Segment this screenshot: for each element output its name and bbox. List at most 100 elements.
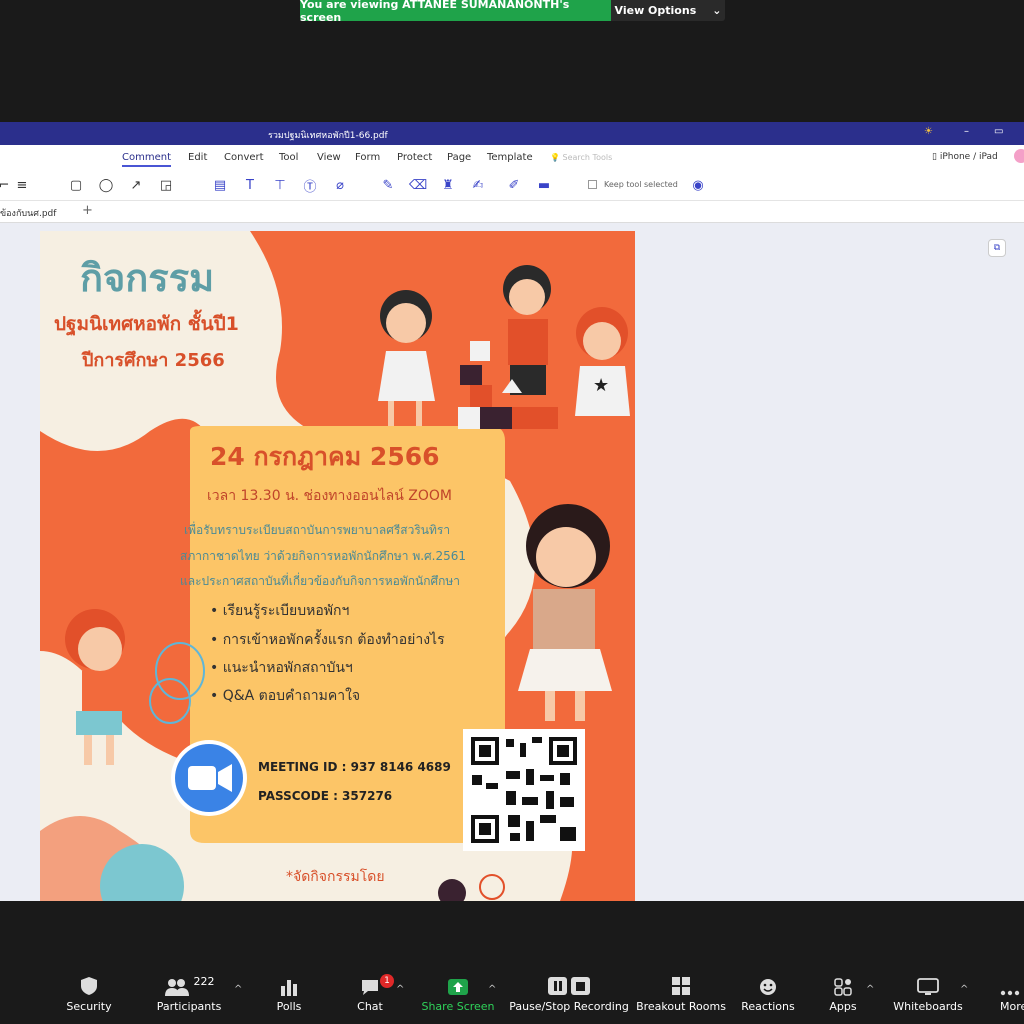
callout-icon[interactable]: Ⓣ [302,177,318,195]
document-tab[interactable]: ข้องกับนศ.pdf [0,206,56,220]
device-button[interactable]: ▯ iPhone / iPad [932,152,998,162]
menu-protect[interactable]: Protect [397,152,432,163]
note-icon[interactable]: ▤ [212,177,228,193]
textbox-icon[interactable]: ⊤ [272,177,288,193]
bullet-item: • การเข้าหอพักครั้งแรก ต้องทำอย่างไร [210,632,445,648]
reactions-button[interactable]: Reactions [741,966,795,1024]
more-label: More [1000,1000,1024,1013]
maximize-button[interactable]: ▭ [994,126,1003,137]
keep-tool-checkbox[interactable] [588,180,597,189]
chevron-up-icon[interactable]: ^ [396,984,404,995]
view-options-button[interactable]: View Options ⌄ [611,0,725,21]
comment-toolbar: ⌐ ≡ ▢ ◯ ↗ ◲ ▤ T ⊤ Ⓣ ⌀ ✎ ⌫ ♜ ✍ ✐ ▬ Keep t… [0,169,1024,201]
participants-label: Participants [156,1000,222,1013]
menu-view[interactable]: View [317,152,341,163]
meeting-controls: Security 222 Participants ^ Polls 1 Chat… [0,966,1024,1024]
poster-page: ★ กิจกรรม ปฐมนิเทศหอพัก ชั้นปี1 ปีการศึก… [40,231,635,901]
more-button[interactable]: More [1000,966,1024,1024]
underline-tool-icon[interactable]: ⌐ [0,177,12,193]
stamp-icon[interactable]: ♜ [440,177,456,193]
menu-edit[interactable]: Edit [188,152,207,163]
bullet-item: • แนะนำหอพักสถาบันฯ [210,660,353,676]
window-title: รวมปฐมนิเทศหอพักปี1-66.pdf [268,131,388,141]
smiley-icon [760,979,776,995]
viewing-label: You are viewing ATTANEE SUMANANONTH's sc… [300,0,611,24]
poster-subtitle: ปฐมนิเทศหอพัก ชั้นปี1 [54,313,239,335]
breakout-rooms-button[interactable]: Breakout Rooms [636,966,726,1024]
menu-template[interactable]: Template [487,152,533,163]
poster-desc-2: สภากาชาดไทย ว่าด้วยกิจการหอพักนักศึกษา พ… [180,549,467,563]
screen-share-banner: You are viewing ATTANEE SUMANANONTH's sc… [300,0,725,24]
participants-button[interactable]: 222 Participants [156,966,222,1024]
list-menu-icon[interactable]: ≡ [14,177,30,193]
whiteboards-button[interactable]: Whiteboards [893,966,963,1024]
window-titlebar: รวมปฐมนิเทศหอพักปี1-66.pdf ☀ – ▭ [0,122,1024,145]
text-icon[interactable]: T [242,177,258,193]
chat-button[interactable]: 1 Chat [352,966,394,1024]
bullet-item: • Q&A ตอบคำถามคาใจ [210,688,361,704]
apps-icon [834,978,852,996]
passcode: PASSCODE : 357276 [258,789,393,803]
shape-menu-icon[interactable]: ◲ [158,177,174,193]
share-screen-button[interactable]: Share Screen [421,966,495,1024]
avatar[interactable] [1014,149,1024,163]
poster-year: ปีการศึกษา 2566 [82,350,225,371]
apps-label: Apps [829,1000,857,1013]
menu-form[interactable]: Form [355,152,380,163]
whiteboards-label: Whiteboards [893,1000,963,1013]
measure-icon[interactable]: ✐ [506,177,522,193]
theme-icon[interactable]: ☀ [924,126,933,137]
menu-convert[interactable]: Convert [224,152,264,163]
share-screen-label: Share Screen [421,1000,495,1013]
meeting-id: MEETING ID : 937 8146 4689 [258,760,451,774]
grid-icon [672,977,690,995]
whiteboard-icon [917,978,939,995]
polls-button[interactable]: Polls [270,966,308,1024]
bullet-item: • เรียนรู้ระเบียบหอพักฯ [210,603,350,619]
arrow-icon[interactable]: ↗ [128,177,144,193]
menu-tool[interactable]: Tool [279,152,298,163]
participants-count: 222 [193,975,215,988]
security-label: Security [66,1000,112,1013]
pencil-icon[interactable]: ✎ [380,177,396,193]
menu-page[interactable]: Page [447,152,471,163]
add-tab-button[interactable]: + [82,203,93,218]
chevron-up-icon[interactable]: ^ [960,984,968,995]
apps-button[interactable]: Apps [828,966,858,1024]
chat-label: Chat [357,1000,383,1013]
chat-badge: 1 [380,974,394,988]
recording-label: Pause/Stop Recording [509,1000,629,1013]
eye-icon[interactable]: ◉ [690,177,706,193]
poster-time: เวลา 13.30 น. ช่องทางออนไลน์ ZOOM [207,488,452,504]
poster-desc-1: เพื่อรับทราบระเบียบสถาบันการพยาบาลศรีสวร… [184,523,451,537]
bar-chart-icon [281,980,297,996]
phone-icon: ▯ [932,152,937,162]
breakout-rooms-label: Breakout Rooms [636,1000,726,1013]
menu-comment[interactable]: Comment [122,152,171,167]
device-label: iPhone / iPad [939,152,998,162]
chat-icon [362,980,378,995]
security-button[interactable]: Security [64,966,114,1024]
chevron-up-icon[interactable]: ^ [866,984,874,995]
eraser-icon[interactable]: ⌫ [409,177,427,193]
polls-label: Polls [276,1000,302,1013]
people-icon [164,979,189,996]
signature-icon[interactable]: ✍ [470,177,486,193]
recording-button[interactable]: Pause/Stop Recording [509,966,629,1024]
lightbulb-icon: 💡 [550,153,560,162]
search-tools[interactable]: 💡 Search Tools [550,153,612,162]
poster-desc-3: และประกาศสถาบันที่เกี่ยวข้องกับกิจการหอพ… [180,574,461,588]
view-options-label: View Options [614,4,697,17]
rectangle-icon[interactable]: ▢ [68,177,84,193]
attachment-icon[interactable]: ⌀ [332,177,348,193]
translate-icon[interactable]: ⧉ [988,239,1006,257]
chevron-down-icon: ⌄ [712,4,722,17]
poster-title: กิจกรรม [80,256,215,300]
bar-menu-icon[interactable]: ▬ [536,177,552,193]
document-tabs: ข้องกับนศ.pdf + [0,201,1024,223]
share-screen-icon [448,979,468,995]
minimize-button[interactable]: – [964,126,969,137]
chevron-up-icon[interactable]: ^ [488,984,496,995]
chevron-up-icon[interactable]: ^ [234,984,242,995]
circle-icon[interactable]: ◯ [98,177,114,193]
